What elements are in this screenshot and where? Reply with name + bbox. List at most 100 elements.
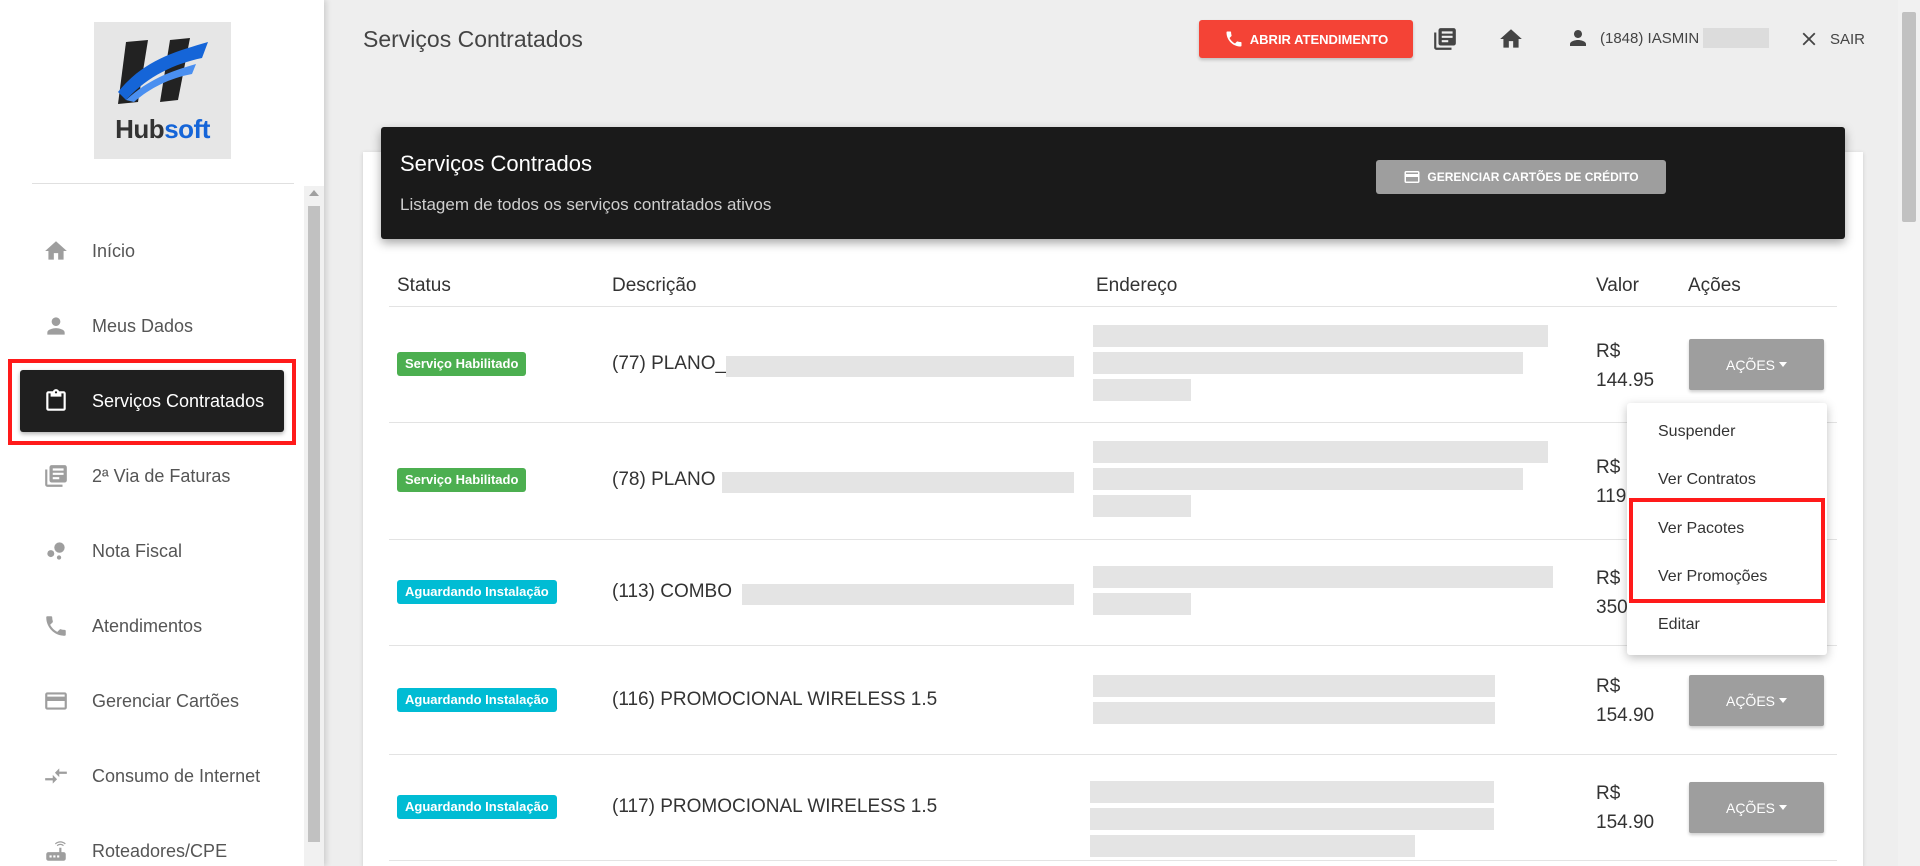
router-icon [42,837,70,865]
column-header-descricao: Descrição [612,275,697,296]
amount-label: 154.90 [1596,812,1655,833]
sidebar-item-faturas[interactable]: 2ª Via de Faturas [20,445,284,507]
logout-button[interactable]: SAIR [1798,28,1865,50]
sidebar-item-label: Nota Fiscal [92,540,183,561]
close-icon [1802,32,1816,46]
sidebar-item-nota-fiscal[interactable]: Nota Fiscal [20,520,284,582]
sidebar-item-consumo-internet[interactable]: Consumo de Internet [20,745,284,807]
redacted-address [1090,835,1415,857]
redacted-address [1093,593,1191,615]
service-description: (78) PLANO [612,469,716,490]
caret-down-icon [1779,698,1787,703]
credit-card-icon [1404,171,1420,183]
sidebar-item-label: Consumo de Internet [92,765,261,786]
service-value: R$ 144.95 [1596,337,1654,395]
user-label: (1848) IASMIN [1600,29,1700,47]
redacted-address [1090,781,1494,803]
redacted-username [1703,28,1770,48]
service-value: R$ 154.90 [1596,779,1654,837]
service-value: R$ 119 [1596,453,1626,511]
home-icon[interactable] [1498,26,1524,52]
currency-label: R$ [1596,676,1621,697]
abrir-atendimento-label: ABRIR ATENDIMENTO [1249,31,1389,47]
sidebar-item-inicio[interactable]: Início [20,220,284,282]
acoes-label: AÇÕES [1725,692,1775,709]
column-header-status: Status [397,275,451,296]
table-divider [389,860,1837,861]
logo-wordmark: Hubsoft [115,114,210,144]
caret-down-icon [1779,362,1787,367]
column-header-acoes: Ações [1688,275,1741,296]
sidebar-item-label: Início [92,240,136,261]
redacted-address [1093,566,1553,588]
sidebar-item-label: Roteadores/CPE [92,840,228,861]
service-description: (116) PROMOCIONAL WIRELESS 1.5 [612,689,938,710]
menu-item-ver-promocoes[interactable]: Ver Promoções [1658,568,1767,586]
page-title: Serviços Contratados [363,26,583,52]
column-header-endereco: Endereço [1096,275,1178,296]
table-divider [389,645,1837,646]
currency-label: R$ [1596,568,1621,589]
status-badge: Aguardando Instalação [397,688,557,712]
table-divider [389,422,1837,423]
menu-item-ver-pacotes[interactable]: Ver Pacotes [1658,520,1744,538]
library-books-icon[interactable] [1432,26,1458,52]
redacted-address [1093,495,1191,517]
redacted-address [1090,808,1494,830]
table-divider [389,754,1837,755]
acoes-dropdown-button[interactable]: AÇÕES [1689,782,1824,833]
service-description: (117) PROMOCIONAL WIRELESS 1.5 [612,796,938,817]
acoes-label: AÇÕES [1725,356,1775,373]
acoes-dropdown-button[interactable]: AÇÕES [1689,675,1824,726]
sidebar-item-label: Atendimentos [92,615,203,636]
sidebar-scroll-thumb[interactable] [308,206,320,842]
hubsoft-logo[interactable]: Hubsoft [94,22,231,159]
logout-label: SAIR [1830,30,1866,48]
card-subtitle: Listagem de todos os serviços contratado… [400,195,772,214]
sidebar: Hubsoft Início Meus Dados Serviços Contr… [0,0,324,866]
redacted-address [1093,675,1495,697]
amount-label: 154.90 [1596,705,1655,726]
caret-down-icon [1779,805,1787,810]
page-scroll-thumb[interactable] [1902,12,1916,222]
sidebar-item-roteadores[interactable]: Roteadores/CPE [20,820,284,866]
sidebar-item-label: Gerenciar Cartões [92,690,240,711]
clipboard-icon [42,387,70,415]
sidebar-item-label: 2ª Via de Faturas [92,465,231,486]
scroll-up-arrow-icon[interactable] [309,190,319,196]
sidebar-divider [32,183,294,184]
home-icon [42,237,70,265]
redacted-address [1093,702,1495,724]
amount-label: 119 [1596,486,1627,507]
menu-item-suspender[interactable]: Suspender [1658,423,1735,441]
sidebar-item-meus-dados[interactable]: Meus Dados [20,295,284,357]
menu-item-editar[interactable]: Editar [1658,616,1700,634]
page-scrollbar[interactable] [1898,0,1920,866]
sidebar-scrollbar[interactable] [304,186,324,866]
sidebar-item-atendimentos[interactable]: Atendimentos [20,595,284,657]
status-badge: Aguardando Instalação [397,580,557,604]
manage-credit-cards-button[interactable]: GERENCIAR CARTÕES DE CRÉDITO [1376,160,1666,194]
sidebar-item-servicos-contratados[interactable]: Serviços Contratados [20,370,284,432]
service-description: (77) PLANO_ [612,353,727,374]
service-description: (113) COMBO [612,581,733,602]
library-books-icon [42,462,70,490]
acoes-dropdown-button[interactable]: AÇÕES [1689,339,1824,390]
amount-label: 144.95 [1596,370,1655,391]
amount-label: 350 [1596,597,1628,618]
user-menu[interactable]: (1848) IASMIN [1566,26,1770,50]
redacted-description [742,584,1074,605]
abrir-atendimento-button[interactable]: ABRIR ATENDIMENTO [1199,20,1413,58]
table-divider [389,306,1837,307]
compare-arrows-icon [42,762,70,790]
redacted-address [1093,352,1523,374]
sidebar-item-gerenciar-cartoes[interactable]: Gerenciar Cartões [20,670,284,732]
status-badge: Aguardando Instalação [397,795,557,819]
phone-icon [1226,31,1242,47]
redacted-address [1093,379,1191,401]
redacted-address [1093,325,1548,347]
bubble-chart-icon [42,537,70,565]
hubsoft-logo-mark-icon [118,38,208,104]
services-card-header: Serviços Contrados Listagem de todos os … [381,127,1845,239]
menu-item-ver-contratos[interactable]: Ver Contratos [1658,471,1756,489]
